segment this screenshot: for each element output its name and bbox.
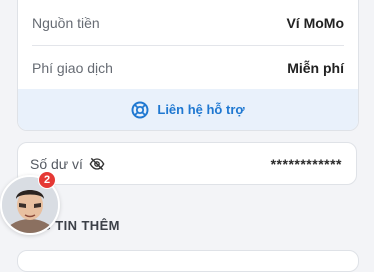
funding-source-value: Ví MoMo: [286, 15, 344, 31]
notification-badge: 2: [38, 171, 56, 189]
wallet-balance-value: ************: [270, 155, 342, 172]
more-info-card: [17, 250, 359, 272]
floating-chat-bubble[interactable]: 2: [0, 169, 60, 237]
transaction-fee-value: Miễn phí: [287, 60, 344, 76]
contact-support-label: Liên hệ hỗ trợ: [157, 102, 245, 117]
funding-source-row: Nguồn tiền Ví MoMo: [18, 1, 358, 45]
transaction-fee-row: Phí giao dịch Miễn phí: [18, 46, 358, 90]
transaction-details-card: Nguồn tiền Ví MoMo Phí giao dịch Miễn ph…: [17, 0, 359, 131]
eye-slash-icon[interactable]: [89, 156, 105, 172]
funding-source-label: Nguồn tiền: [32, 15, 100, 31]
contact-support-button[interactable]: Liên hệ hỗ trợ: [18, 89, 358, 130]
wallet-balance-card: Số dư ví ************: [17, 142, 357, 185]
transaction-fee-label: Phí giao dịch: [32, 60, 113, 76]
lifebuoy-icon: [131, 101, 149, 118]
